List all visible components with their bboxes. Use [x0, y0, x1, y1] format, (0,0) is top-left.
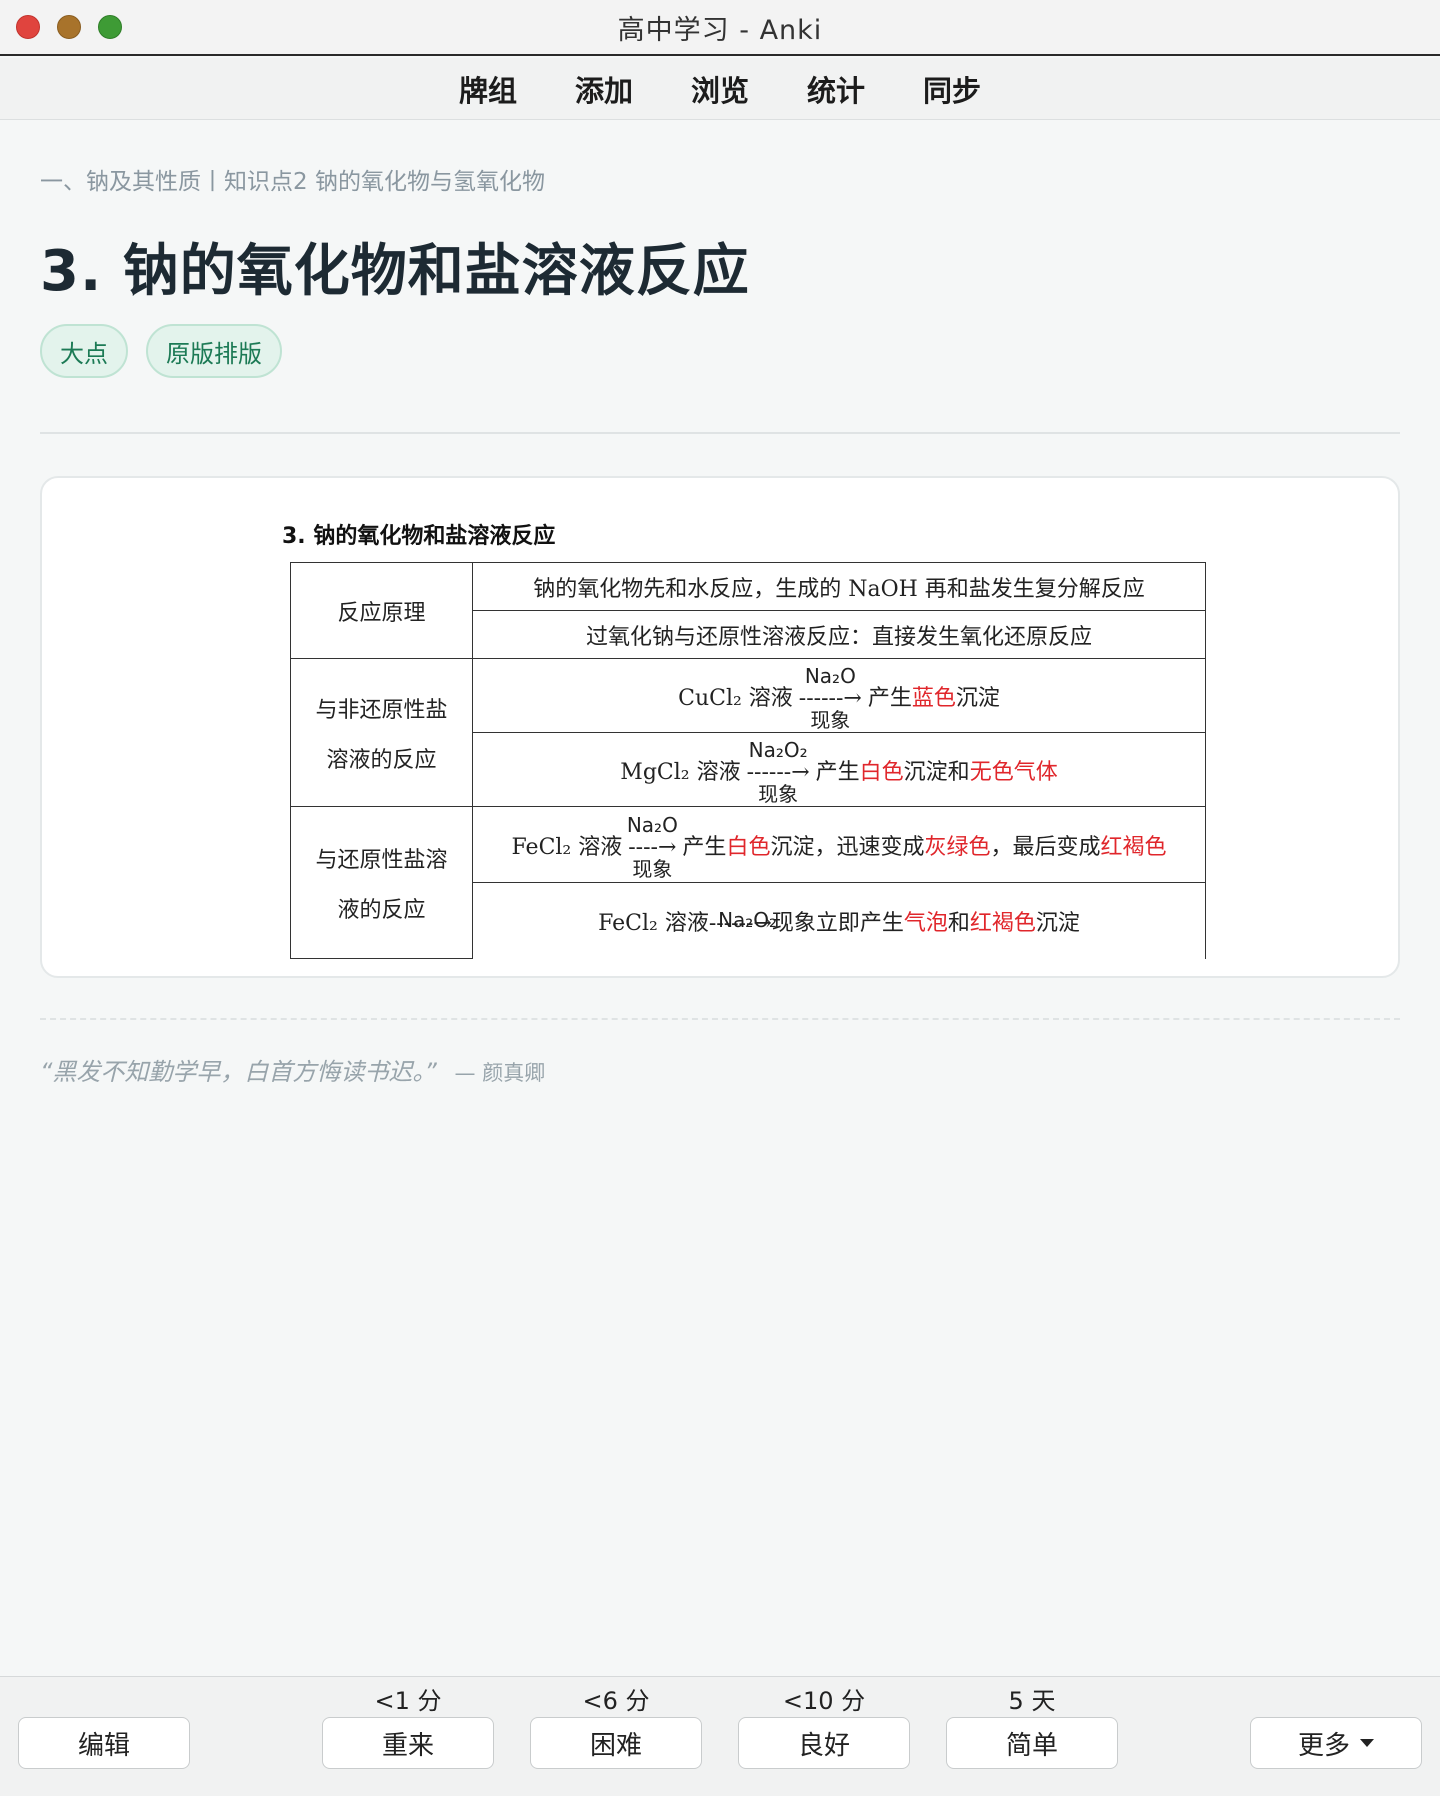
- easy-button[interactable]: 简单: [946, 1717, 1118, 1769]
- cell-principle-2: 过氧化钠与还原性溶液反应：直接发生氧化还原反应: [472, 610, 1206, 659]
- menu-stats[interactable]: 统计: [807, 68, 865, 110]
- label-principle: 反应原理: [290, 562, 473, 659]
- menu-decks[interactable]: 牌组: [459, 68, 517, 110]
- tag-item[interactable]: 大点: [40, 324, 128, 378]
- interval-again: <1 分: [374, 1687, 442, 1715]
- window-title: 高中学习 - Anki: [617, 14, 823, 46]
- cell-fecl2-na2o: FeCl₂ 溶液 Na₂O ----→ 现象 产生白色沉淀，迅速变成灰绿色，最后变成红褐…: [472, 806, 1206, 883]
- interval-good: <10 分: [782, 1687, 866, 1715]
- quote-divider: [40, 1018, 1400, 1020]
- card-title: 3. 钠的氧化物和盐溶液反应: [40, 239, 750, 304]
- menu-browse[interactable]: 浏览: [691, 68, 749, 110]
- quote: “黑发不知勤学早，白首方悔读书迟。” — 颜真卿: [40, 1052, 545, 1087]
- maximize-window-button[interactable]: [98, 15, 122, 39]
- menu-add[interactable]: 添加: [575, 68, 633, 110]
- more-button[interactable]: 更多: [1250, 1717, 1422, 1769]
- section-divider: [40, 432, 1400, 434]
- interval-hard: <6 分: [582, 1687, 650, 1715]
- hard-button[interactable]: 困难: [530, 1717, 702, 1769]
- breadcrumb: 一、钠及其性质丨知识点2 钠的氧化物与氢氧化物: [40, 169, 545, 195]
- again-button[interactable]: 重来: [322, 1717, 494, 1769]
- good-button[interactable]: 良好: [738, 1717, 910, 1769]
- tag-item[interactable]: 原版排版: [146, 324, 282, 378]
- minimize-window-button[interactable]: [57, 15, 81, 39]
- card-image-panel: 3. 钠的氧化物和盐溶液反应 反应原理 钠的氧化物先和水反应，生成的 NaOH …: [40, 476, 1400, 978]
- quote-author: — 颜真卿: [454, 1061, 546, 1085]
- image-heading: 3. 钠的氧化物和盐溶液反应: [282, 524, 556, 549]
- reaction-table: 反应原理 钠的氧化物先和水反应，生成的 NaOH 再和盐发生复分解反应 过氧化钠…: [290, 562, 1206, 959]
- label-nonreducing: 与非还原性盐 溶液的反应: [290, 658, 473, 807]
- label-reducing: 与还原性盐溶 液的反应: [290, 806, 473, 959]
- more-label: 更多: [1297, 1730, 1350, 1761]
- edit-button[interactable]: 编辑: [18, 1717, 190, 1769]
- cell-mgcl2: MgCl₂ 溶液 Na₂O₂ ------→ 现象 产生白色沉淀和无色气体: [472, 732, 1206, 807]
- window-controls: [16, 15, 122, 39]
- answer-bar: 编辑 <1 分 重来 <6 分 困难 <10 分 良好 5 天 简单 更多: [0, 1676, 1440, 1796]
- tag-list: 大点 原版排版: [40, 324, 282, 378]
- close-window-button[interactable]: [16, 15, 40, 39]
- top-menu: 牌组 添加 浏览 统计 同步: [0, 58, 1440, 120]
- window-titlebar: 高中学习 - Anki: [0, 0, 1440, 56]
- quote-text: “黑发不知勤学早，白首方悔读书迟。”: [40, 1058, 437, 1086]
- interval-easy: 5 天: [1008, 1687, 1056, 1715]
- caret-down-icon: [1360, 1739, 1374, 1747]
- cell-fecl2-na2o2: Na₂O₂ FeCl₂ 溶液------→现象立即产生气泡和红褐色沉淀: [472, 882, 1206, 959]
- menu-sync[interactable]: 同步: [923, 68, 981, 110]
- cell-principle-1: 钠的氧化物先和水反应，生成的 NaOH 再和盐发生复分解反应: [472, 562, 1206, 611]
- cell-cucl2: CuCl₂ 溶液 Na₂O ------→ 现象 产生蓝色沉淀: [472, 658, 1206, 733]
